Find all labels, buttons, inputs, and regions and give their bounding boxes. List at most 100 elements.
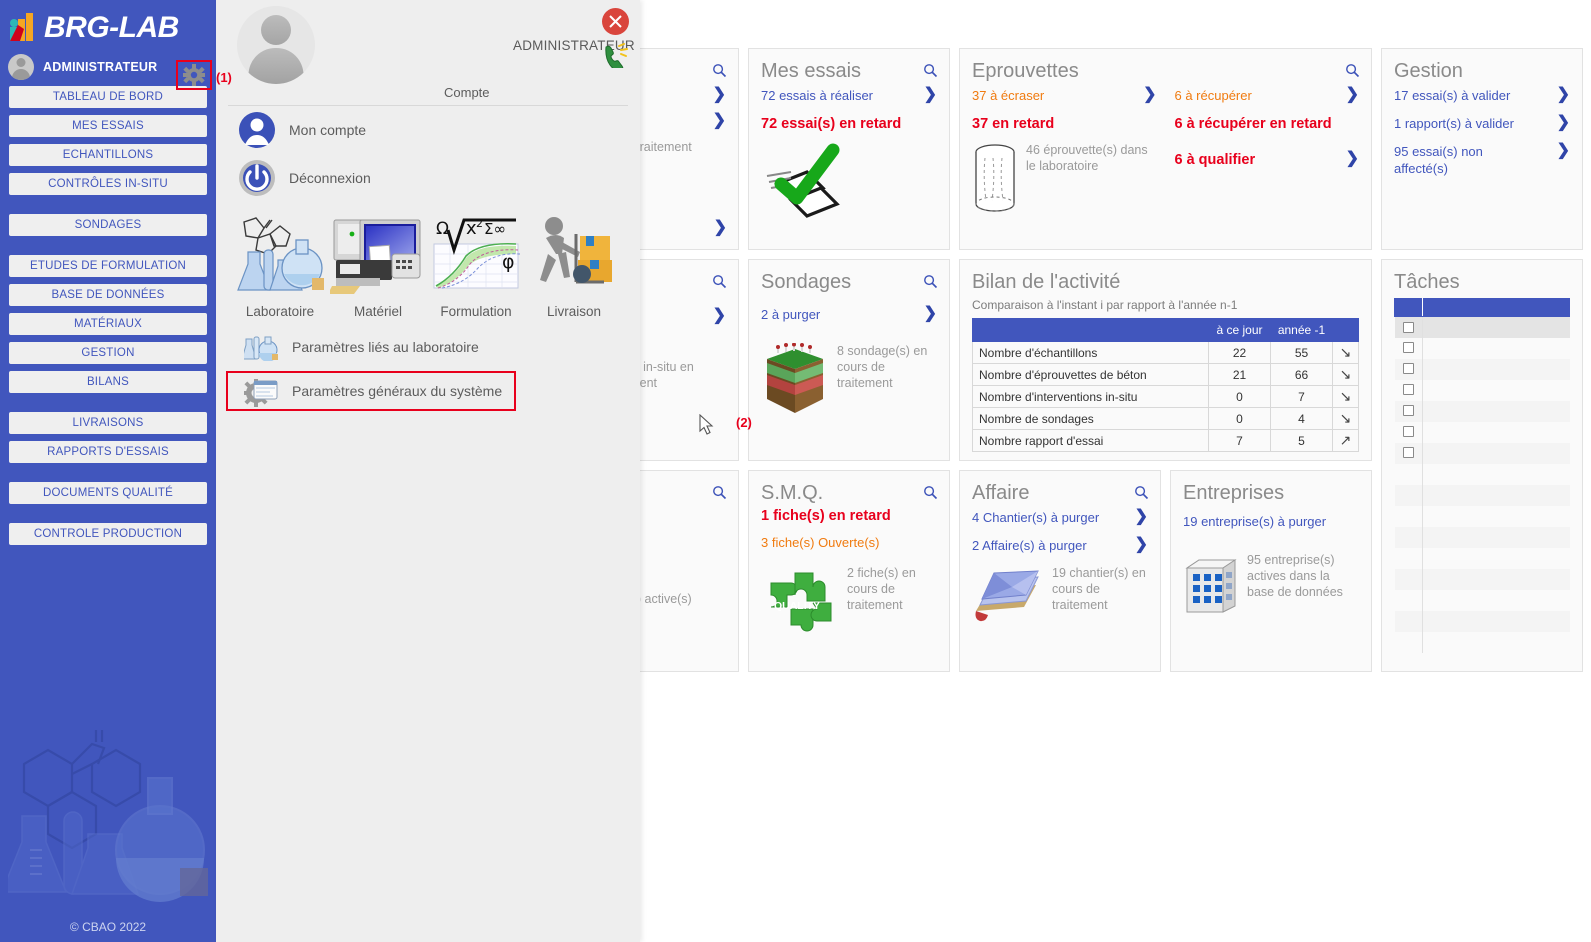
table-row[interactable] <box>1394 568 1570 590</box>
card-gestion[interactable]: Gestion 17 essai(s) à valider ❯ 1 rappor… <box>1381 48 1583 250</box>
task-checkbox-cell[interactable] <box>1394 358 1423 380</box>
table-row[interactable] <box>1394 610 1570 632</box>
bilan-row-current: 21 <box>1208 363 1271 386</box>
search-icon[interactable] <box>923 485 938 505</box>
table-row[interactable] <box>1394 358 1570 380</box>
eprouvettes-link-recuperer[interactable]: 6 à récupérer ❯ <box>1175 87 1360 104</box>
card-entreprises[interactable]: Entreprises 19 entreprise(s) à purger 95… <box>1170 470 1372 672</box>
chevron-right-icon: ❯ <box>1556 114 1570 131</box>
checkbox[interactable] <box>1402 342 1414 354</box>
gestion-link-1[interactable]: 17 essai(s) à valider ❯ <box>1394 87 1570 104</box>
table-row[interactable] <box>1394 526 1570 548</box>
table-row[interactable] <box>1395 337 1570 359</box>
search-icon[interactable] <box>712 63 727 83</box>
card-sondages[interactable]: Sondages 2 à purger ❯ 8 sondage(s) en co… <box>748 259 950 461</box>
table-row[interactable] <box>1395 505 1570 527</box>
task-checkbox-cell[interactable] <box>1395 506 1423 527</box>
card-mes-essais[interactable]: Mes essais 72 essais à réaliser ❯ 72 ess… <box>748 48 950 250</box>
search-icon[interactable] <box>1134 485 1149 505</box>
sidebar-item-contr-les-in-situ[interactable]: CONTRÔLES IN-SITU <box>9 173 207 195</box>
task-checkbox-cell[interactable] <box>1394 442 1423 464</box>
task-checkbox-cell[interactable] <box>1395 338 1423 359</box>
checkbox[interactable] <box>1402 363 1414 375</box>
bilan-row-previous: 5 <box>1270 429 1333 452</box>
tile-livraison[interactable]: Livraison <box>526 216 622 319</box>
eprouvettes-link-ecraser[interactable]: 37 à écraser ❯ <box>972 87 1157 104</box>
gear-icon[interactable] <box>176 60 212 90</box>
close-icon[interactable] <box>602 8 629 35</box>
table-row[interactable] <box>1395 547 1570 569</box>
phone-icon[interactable] <box>602 42 628 71</box>
pref-item-laboratoire[interactable]: Paramètres liés au laboratoire <box>232 329 640 365</box>
sidebar-item-documents-qualit[interactable]: DOCUMENTS QUALITÉ <box>9 482 207 504</box>
checkbox[interactable] <box>1402 405 1414 417</box>
gestion-link-3[interactable]: 95 essai(s) non affecté(s) ❯ <box>1394 143 1570 177</box>
nav-separator <box>0 243 216 255</box>
trend-down-icon: ↘ <box>1332 385 1359 408</box>
sidebar-item-mes-essais[interactable]: MES ESSAIS <box>9 115 207 137</box>
checkbox[interactable] <box>1402 321 1414 333</box>
bilan-row-current: 0 <box>1208 385 1271 408</box>
menu-item-mon-compte[interactable]: Mon compte <box>216 106 640 154</box>
checkbox[interactable] <box>1402 447 1414 459</box>
sidebar-item-bilans[interactable]: BILANS <box>9 371 207 393</box>
task-checkbox-cell[interactable] <box>1394 484 1423 506</box>
table-row[interactable] <box>1394 400 1570 422</box>
chevron-right-icon: ❯ <box>1556 86 1570 103</box>
table-row[interactable] <box>1394 316 1570 338</box>
task-checkbox-cell[interactable] <box>1395 590 1423 611</box>
task-checkbox-cell[interactable] <box>1395 422 1423 443</box>
bilan-col-current: à ce jour <box>1208 318 1271 342</box>
sondages-link-1[interactable]: 2 à purger ❯ <box>761 306 937 323</box>
gestion-link-2[interactable]: 1 rapport(s) à valider ❯ <box>1394 115 1570 132</box>
table-row[interactable] <box>1395 631 1570 653</box>
mes-essais-link-1[interactable]: 72 essais à réaliser ❯ <box>761 87 937 104</box>
search-icon[interactable] <box>1345 63 1360 83</box>
affaire-link-2[interactable]: 2 Affaire(s) à purger ❯ <box>972 537 1148 554</box>
table-row[interactable] <box>1394 484 1570 506</box>
search-icon[interactable] <box>712 485 727 505</box>
checkbox[interactable] <box>1402 384 1414 396</box>
entreprises-link-1[interactable]: 19 entreprise(s) à purger <box>1183 513 1359 530</box>
task-checkbox-cell[interactable] <box>1394 610 1423 632</box>
sidebar-item-sondages[interactable]: SONDAGES <box>9 214 207 236</box>
task-checkbox-cell[interactable] <box>1395 380 1423 401</box>
sidebar-item-echantillons[interactable]: ECHANTILLONS <box>9 144 207 166</box>
task-checkbox-cell[interactable] <box>1394 526 1423 548</box>
sidebar-item-mat-riaux[interactable]: MATÉRIAUX <box>9 313 207 335</box>
card-smq[interactable]: S.M.Q. 1 fiche(s) en retard 3 fiche(s) O… <box>748 470 950 672</box>
sidebar-item-rapports-d-essais[interactable]: RAPPORTS D'ESSAIS <box>9 441 207 463</box>
tile-materiel[interactable]: Matériel <box>330 216 426 319</box>
table-row[interactable] <box>1395 421 1570 443</box>
search-icon[interactable] <box>712 274 727 294</box>
search-icon[interactable] <box>923 63 938 83</box>
table-row[interactable] <box>1395 463 1570 485</box>
sidebar-item-gestion[interactable]: GESTION <box>9 342 207 364</box>
task-checkbox-cell[interactable] <box>1395 548 1423 569</box>
sidebar-item-etudes-de-formulation[interactable]: ETUDES DE FORMULATION <box>9 255 207 277</box>
sidebar-item-base-de-donn-es[interactable]: BASE DE DONNÉES <box>9 284 207 306</box>
sidebar-item-controle-production[interactable]: CONTROLE PRODUCTION <box>9 523 207 545</box>
task-checkbox-cell[interactable] <box>1394 568 1423 590</box>
eprouvettes-link-qualifier[interactable]: 6 à qualifier ❯ <box>1175 151 1360 169</box>
task-checkbox-cell[interactable] <box>1394 400 1423 422</box>
card-affaire[interactable]: Affaire 4 Chantier(s) à purger ❯ 2 Affai… <box>959 470 1161 672</box>
pref-item-general[interactable]: Paramètres généraux du système <box>232 373 502 409</box>
checkbox[interactable] <box>1402 426 1414 438</box>
table-row[interactable] <box>1395 589 1570 611</box>
tile-laboratoire[interactable]: Laboratoire <box>232 216 328 319</box>
table-row[interactable] <box>1394 442 1570 464</box>
search-icon[interactable] <box>923 274 938 294</box>
sidebar-item-livraisons[interactable]: LIVRAISONS <box>9 412 207 434</box>
task-checkbox-cell[interactable] <box>1394 316 1423 338</box>
task-checkbox-cell[interactable] <box>1395 632 1423 653</box>
menu-item-deconnexion[interactable]: Déconnexion <box>216 154 640 202</box>
card-eprouvettes[interactable]: Eprouvettes 37 à écraser ❯ 37 en retard <box>959 48 1372 250</box>
task-checkbox-cell[interactable] <box>1395 464 1423 485</box>
chevron-right-icon[interactable]: ❯ <box>714 220 727 236</box>
cylinder-specimen-icon <box>972 142 1018 221</box>
table-row[interactable] <box>1395 379 1570 401</box>
tile-formulation[interactable]: Ω x 2 Σ∞ φ Formulation <box>428 216 524 319</box>
bilan-col-trend <box>1332 318 1359 342</box>
affaire-link-1[interactable]: 4 Chantier(s) à purger ❯ <box>972 509 1148 526</box>
